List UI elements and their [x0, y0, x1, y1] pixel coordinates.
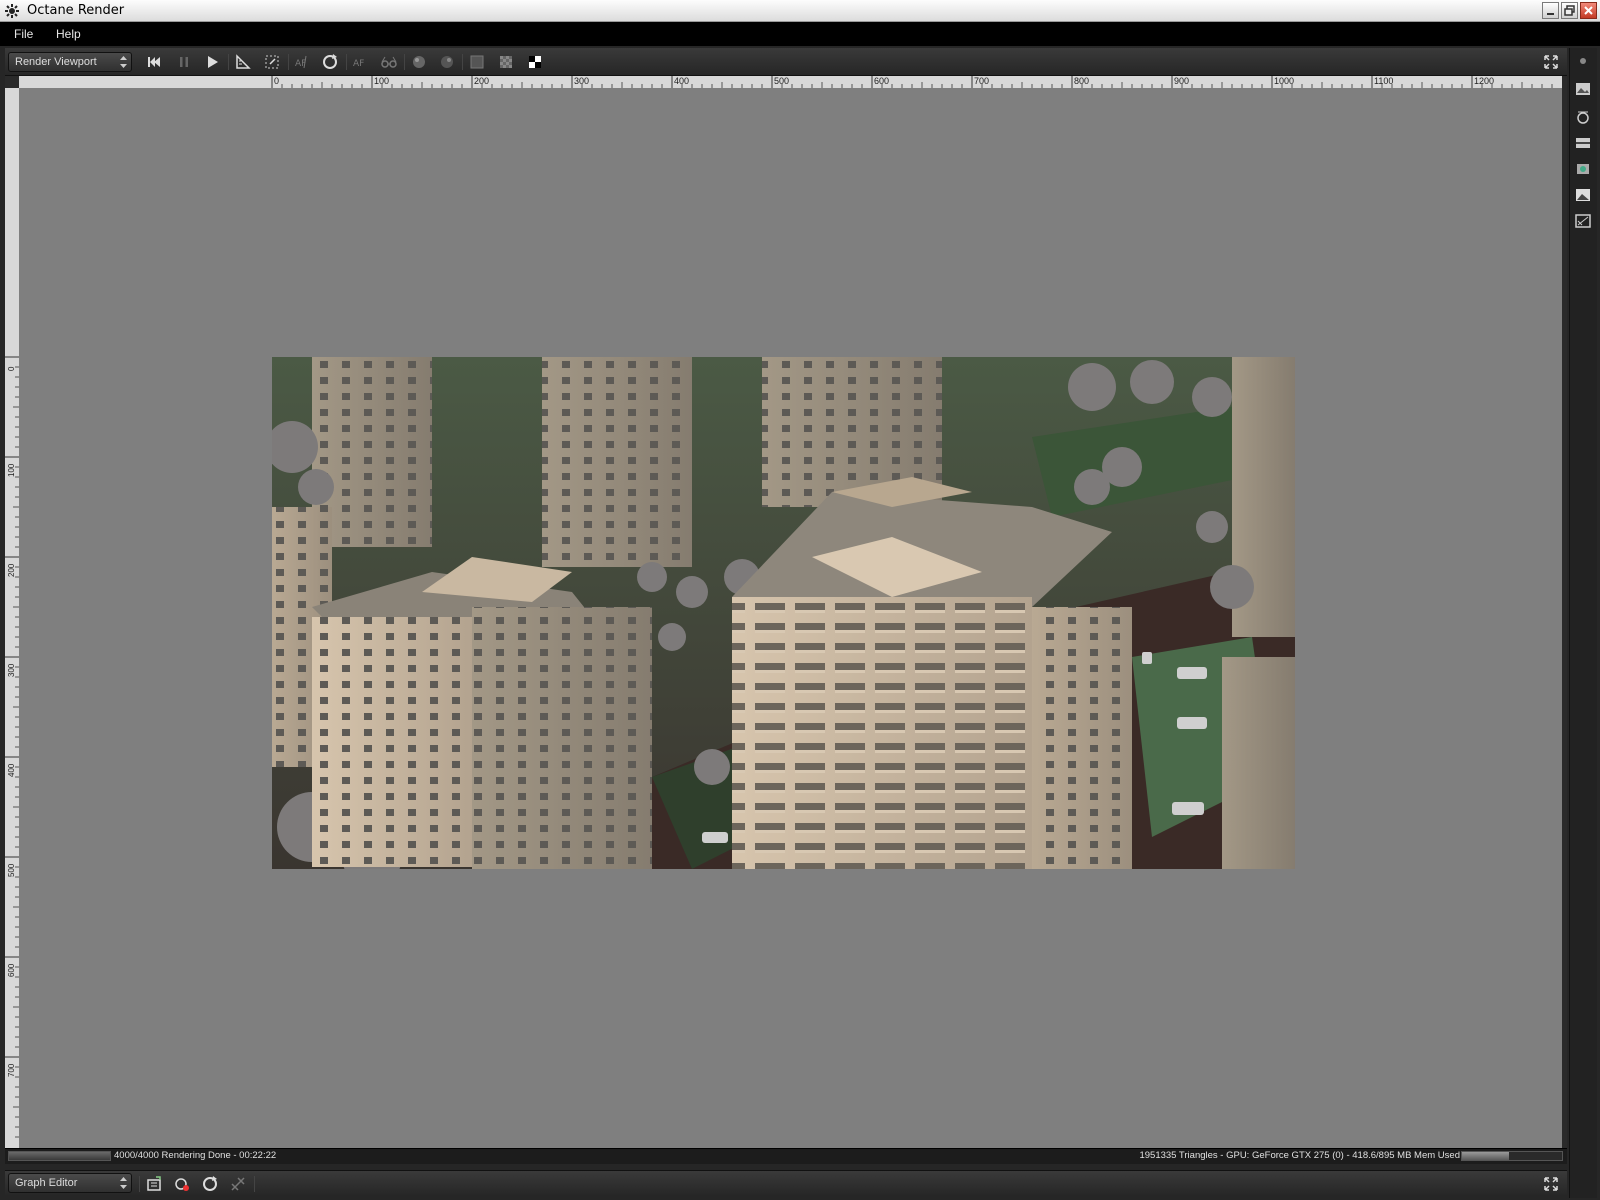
- toolbar-separator: [254, 1176, 255, 1192]
- environment-icon[interactable]: [1574, 186, 1592, 204]
- record-dot-icon[interactable]: [1574, 52, 1592, 70]
- memory-usage-bar: [1461, 1151, 1563, 1161]
- region-icon[interactable]: [262, 52, 282, 72]
- ruler-label: 400: [674, 76, 689, 86]
- render-target-icon[interactable]: [1574, 160, 1592, 178]
- glasses-icon[interactable]: [379, 52, 399, 72]
- menu-file[interactable]: File: [14, 27, 33, 41]
- panel-type-select[interactable]: Render Viewport: [8, 52, 132, 72]
- rendered-city-scene: [272, 357, 1295, 869]
- menu-help[interactable]: Help: [56, 27, 81, 41]
- close-button[interactable]: [1580, 2, 1597, 19]
- image-icon[interactable]: [1574, 80, 1592, 98]
- restore-icon: [1564, 5, 1575, 16]
- memory-usage-fill: [1462, 1152, 1509, 1160]
- minimize-button[interactable]: [1542, 2, 1559, 19]
- sphere-icon[interactable]: [409, 52, 429, 72]
- ruler-label: 1000: [1274, 76, 1294, 86]
- ruler-label: 100: [7, 463, 16, 477]
- maximize-button[interactable]: [1561, 2, 1578, 19]
- ruler-label: 700: [7, 1063, 16, 1077]
- ruler-label: 0: [274, 76, 279, 86]
- svg-text:AF: AF: [353, 59, 364, 69]
- refresh-icon[interactable]: [320, 52, 340, 72]
- updown-arrows-icon: [120, 56, 127, 68]
- ruler-label: 300: [574, 76, 589, 86]
- gpu-status-text: 1951335 Triangles - GPU: GeForce GTX 275…: [1139, 1150, 1460, 1161]
- graph-editor-select[interactable]: Graph Editor: [8, 1173, 132, 1193]
- film-settings-icon[interactable]: [1574, 134, 1592, 152]
- toolbar-separator: [228, 54, 229, 70]
- play-icon[interactable]: [202, 52, 222, 72]
- graph-tool-icon[interactable]: [228, 1174, 248, 1194]
- kernel-settings-icon[interactable]: [1574, 212, 1592, 230]
- ruler-label: 600: [874, 76, 889, 86]
- ruler-label: 400: [7, 763, 16, 777]
- menu-bar: File Help: [0, 22, 1600, 46]
- title-bar[interactable]: Octane Render: [0, 0, 1600, 22]
- maximize-panel-icon[interactable]: [1541, 1174, 1561, 1194]
- load-scene-icon[interactable]: [144, 1174, 164, 1194]
- maximize-panel-icon[interactable]: [1541, 52, 1561, 72]
- toolbar-separator: [346, 54, 347, 70]
- material-icon[interactable]: [172, 1174, 192, 1194]
- ruler-label: 700: [974, 76, 989, 86]
- toolbar-separator: [462, 54, 463, 70]
- graph-editor-label: Graph Editor: [15, 1177, 78, 1189]
- ruler-label: 100: [374, 76, 389, 86]
- alpha-bg-icon[interactable]: [525, 52, 545, 72]
- panel-type-label: Render Viewport: [15, 56, 97, 68]
- close-icon: [1584, 6, 1593, 15]
- ruler-label: 600: [7, 963, 16, 977]
- toolbar-separator: [288, 54, 289, 70]
- window-title: Octane Render: [27, 3, 125, 18]
- toolbar-separator: [404, 54, 405, 70]
- horizontal-ruler: 0 100 200 300 400 500 600 700 800 900 10…: [19, 76, 1562, 88]
- vertical-ruler: 0 100 200 300 400 500 600 700: [5, 88, 19, 1150]
- minimize-icon: [1547, 13, 1554, 15]
- solid-bg-icon[interactable]: [467, 52, 487, 72]
- app-window: Octane Render File Help Render Viewport …: [0, 0, 1600, 1200]
- toolbar-separator: [139, 1176, 140, 1192]
- sphere-alt-icon[interactable]: [437, 52, 457, 72]
- af-icon[interactable]: AF: [350, 52, 370, 72]
- ruler-label: 300: [7, 663, 16, 677]
- ruler-label: 0: [7, 366, 16, 371]
- ruler-icon[interactable]: [233, 52, 253, 72]
- updown-arrows-icon: [120, 1177, 127, 1189]
- camera-settings-icon[interactable]: [1574, 108, 1592, 126]
- ruler-label: 200: [7, 563, 16, 577]
- pause-icon[interactable]: [174, 52, 194, 72]
- render-image[interactable]: [272, 357, 1295, 869]
- octane-logo-icon: [5, 4, 19, 18]
- ruler-label: 900: [1174, 76, 1189, 86]
- ruler-label: 200: [474, 76, 489, 86]
- rewind-icon[interactable]: [144, 52, 164, 72]
- autofocus-icon[interactable]: AF: [292, 52, 312, 72]
- ruler-label: 500: [774, 76, 789, 86]
- ruler-label: 1200: [1474, 76, 1494, 86]
- render-progress-bar: [8, 1151, 111, 1161]
- checker-bg-icon[interactable]: [496, 52, 516, 72]
- ruler-label: 500: [7, 863, 16, 877]
- reload-icon[interactable]: [200, 1174, 220, 1194]
- ruler-label: 800: [1074, 76, 1089, 86]
- render-status-text: 4000/4000 Rendering Done - 00:22:22: [114, 1150, 277, 1161]
- ruler-label: 1100: [1374, 76, 1393, 86]
